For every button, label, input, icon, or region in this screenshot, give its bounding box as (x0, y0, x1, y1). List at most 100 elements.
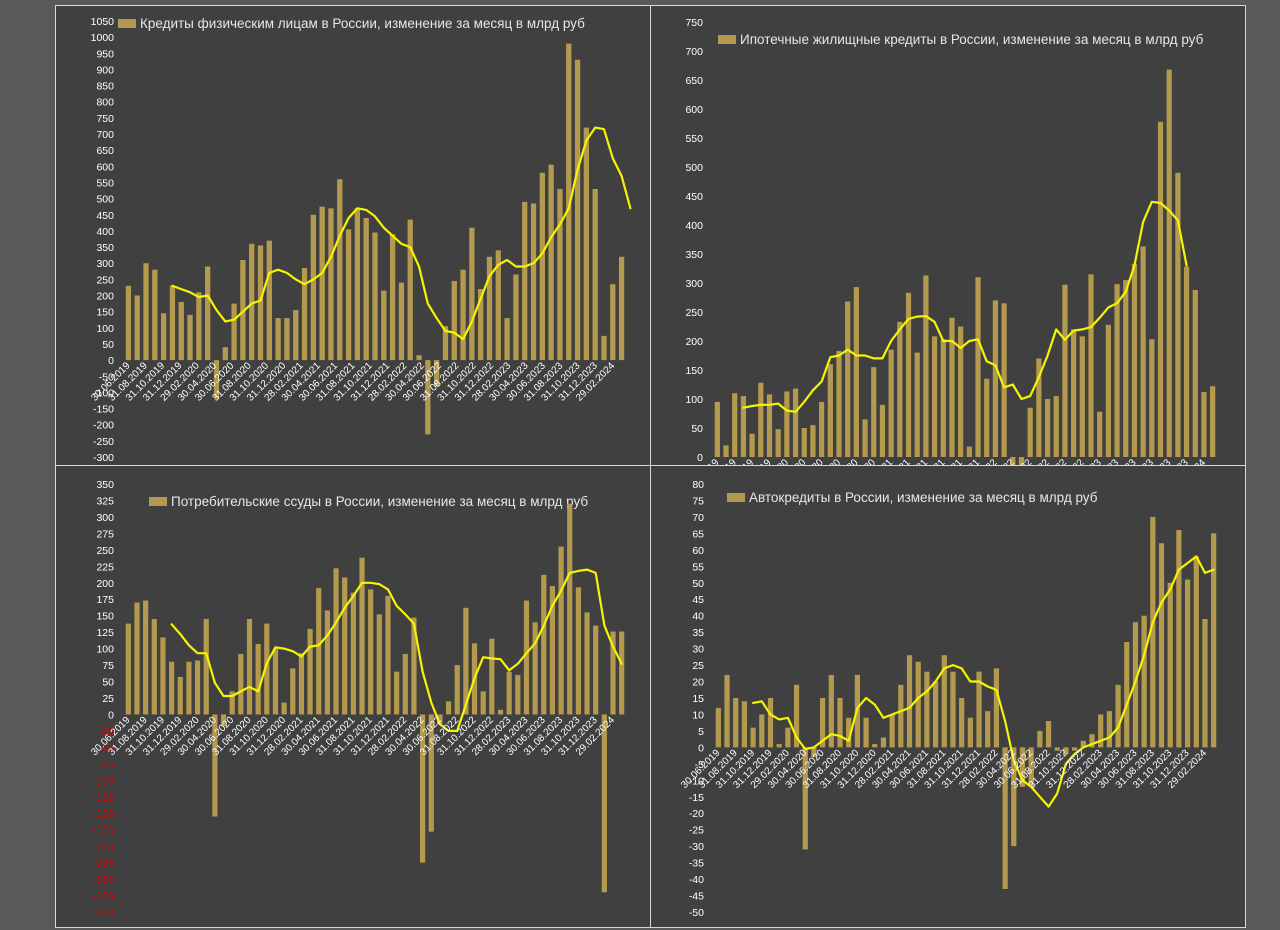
y-tick-label: -15 (689, 792, 704, 804)
y-tick-label: 1050 (91, 16, 115, 28)
y-tick-label: 0 (698, 742, 704, 754)
bar (714, 401, 720, 457)
bar (575, 587, 581, 715)
bar (940, 339, 946, 457)
bar (1140, 246, 1146, 457)
bar (333, 568, 339, 715)
bar (601, 335, 607, 361)
bar (385, 595, 391, 715)
bar (298, 653, 305, 715)
y-tick-label: 35 (692, 627, 704, 639)
bar (1131, 263, 1138, 457)
y-tick-label: 25 (102, 693, 114, 705)
bar (1106, 711, 1112, 748)
bar (837, 698, 843, 748)
chart-panel-mortgage-loans: Ипотечные жилищные кредиты в России, изм… (650, 5, 1246, 467)
bar (888, 349, 894, 457)
bar (619, 631, 625, 715)
bar (169, 285, 176, 361)
bar (376, 614, 382, 715)
bar (504, 318, 510, 361)
bar (1097, 411, 1103, 457)
y-tick-label: 300 (685, 278, 703, 290)
y-tick-label: 10 (692, 709, 704, 721)
bar (363, 218, 369, 361)
y-tick-label: -150 (93, 808, 114, 820)
bar (301, 268, 308, 361)
bar (723, 445, 729, 457)
y-tick-label: 125 (96, 627, 114, 639)
bar (143, 600, 149, 715)
bar (558, 546, 564, 715)
bar (523, 600, 530, 715)
bar (337, 179, 343, 361)
bar (1037, 730, 1043, 748)
bar (515, 674, 521, 715)
bar (506, 671, 512, 715)
bar (307, 628, 313, 715)
bar (984, 378, 990, 457)
bar (1079, 336, 1085, 457)
y-tick-label: 350 (96, 479, 114, 491)
y-tick-label: 500 (685, 162, 703, 174)
y-tick-label: 650 (685, 75, 703, 87)
bar (758, 382, 764, 457)
bar (284, 318, 290, 361)
bar (246, 618, 253, 715)
bar (1211, 533, 1217, 748)
y-tick-label: 50 (102, 339, 114, 351)
y-tick-label: 15 (692, 693, 704, 705)
y-tick-label: 225 (96, 561, 114, 573)
bar (1157, 121, 1164, 457)
y-tick-label: 55 (692, 561, 704, 573)
y-tick-label: 550 (96, 177, 114, 189)
chart-mortgage-loans: 0 50 100 150 200 250 300 350 400 450 500 550 600 650 7… (678, 17, 1216, 467)
y-tick-label: 900 (96, 64, 114, 76)
y-tick-label: -20 (689, 808, 704, 820)
bar (359, 557, 365, 715)
y-tick-label: 850 (96, 81, 114, 93)
bar (497, 709, 504, 715)
bar (792, 388, 799, 457)
y-tick-label: 200 (685, 336, 703, 348)
bar (345, 229, 352, 361)
bar (801, 428, 807, 457)
bar (1201, 392, 1207, 457)
bar (871, 367, 877, 457)
bar (618, 256, 625, 361)
bar (134, 602, 140, 715)
bar (1088, 274, 1094, 457)
y-tick-label: 75 (102, 660, 114, 672)
y-tick-label: -150 (93, 404, 114, 416)
bar (767, 698, 774, 748)
y-tick-label: -100 (93, 775, 114, 787)
bar (785, 727, 791, 748)
y-tick-label: 750 (96, 113, 114, 125)
bar (574, 59, 581, 361)
y-tick-label: 150 (96, 307, 114, 319)
bar (724, 674, 730, 748)
y-tick-label: 100 (685, 394, 703, 406)
bar (1115, 684, 1121, 748)
bar (350, 592, 356, 715)
bar (222, 347, 228, 361)
bar (906, 655, 913, 748)
y-tick-label: 400 (685, 220, 703, 232)
bar (398, 282, 405, 361)
bar (196, 292, 202, 361)
y-tick-label: -250 (93, 874, 114, 886)
y-tick-label: 250 (96, 545, 114, 557)
y-tick-label: 250 (685, 307, 703, 319)
bar (1176, 530, 1182, 748)
bar (959, 698, 965, 748)
y-tick-label: 1000 (91, 32, 115, 44)
y-tick-label: -200 (93, 841, 114, 853)
y-tick-label: 450 (685, 191, 703, 203)
y-tick-label: 100 (96, 323, 114, 335)
bar (324, 610, 330, 715)
y-tick-label: 65 (692, 528, 704, 540)
bar (985, 711, 991, 748)
bar (194, 660, 201, 715)
bar (749, 433, 755, 457)
bar (853, 287, 859, 457)
